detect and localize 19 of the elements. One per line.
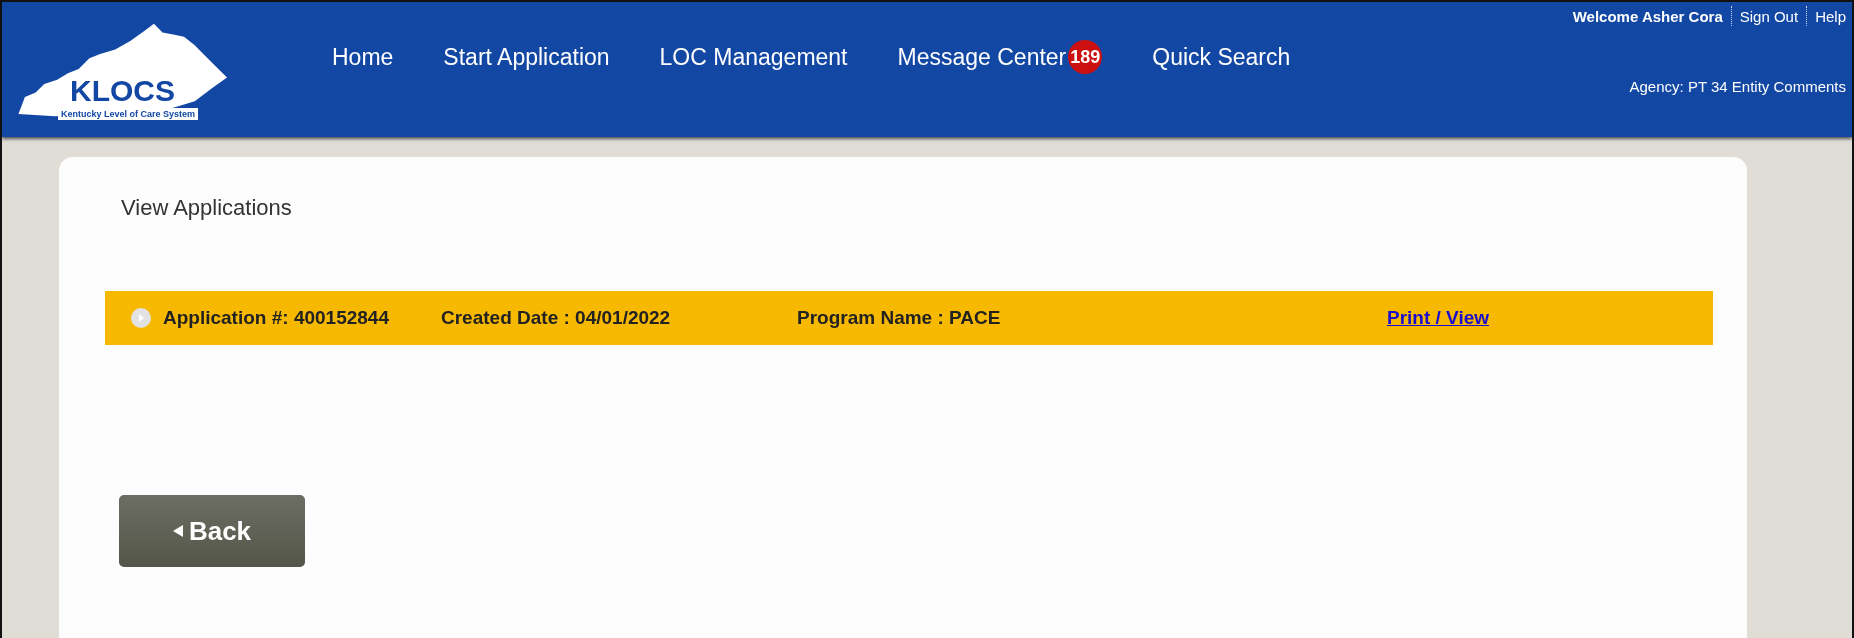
nav-link[interactable]: Quick Search: [1152, 43, 1291, 71]
header-link[interactable]: Help: [1815, 7, 1846, 25]
caret-icon: [172, 525, 183, 537]
created-date: Created Date : 04/01/2022: [441, 307, 672, 329]
page-title: View Applications: [121, 195, 293, 221]
nav-link[interactable]: Message Center 189: [897, 40, 1103, 74]
back-button[interactable]: Back: [119, 495, 305, 567]
expand-icon[interactable]: [131, 308, 151, 328]
print-view-link[interactable]: Print / View: [1387, 307, 1490, 329]
application-number: Application #: 400152844: [163, 307, 390, 329]
application-row[interactable]: Application #: 400152844 Created Date : 04/01/2022 Program Name : PACE Print / View: [105, 291, 1713, 345]
welcome-text: Welcome Asher Cora: [1572, 7, 1723, 25]
notification-badge: 189: [1068, 40, 1103, 74]
header-link[interactable]: Sign Out: [1739, 7, 1799, 25]
program-name: Program Name : PACE: [797, 307, 1002, 329]
nav-link[interactable]: LOC Management: [659, 43, 848, 71]
nav-link[interactable]: Start Application: [443, 43, 610, 71]
agency-text: Agency: PT 34 Entity Comments: [1629, 78, 1846, 95]
nav-link[interactable]: Home: [332, 43, 394, 71]
